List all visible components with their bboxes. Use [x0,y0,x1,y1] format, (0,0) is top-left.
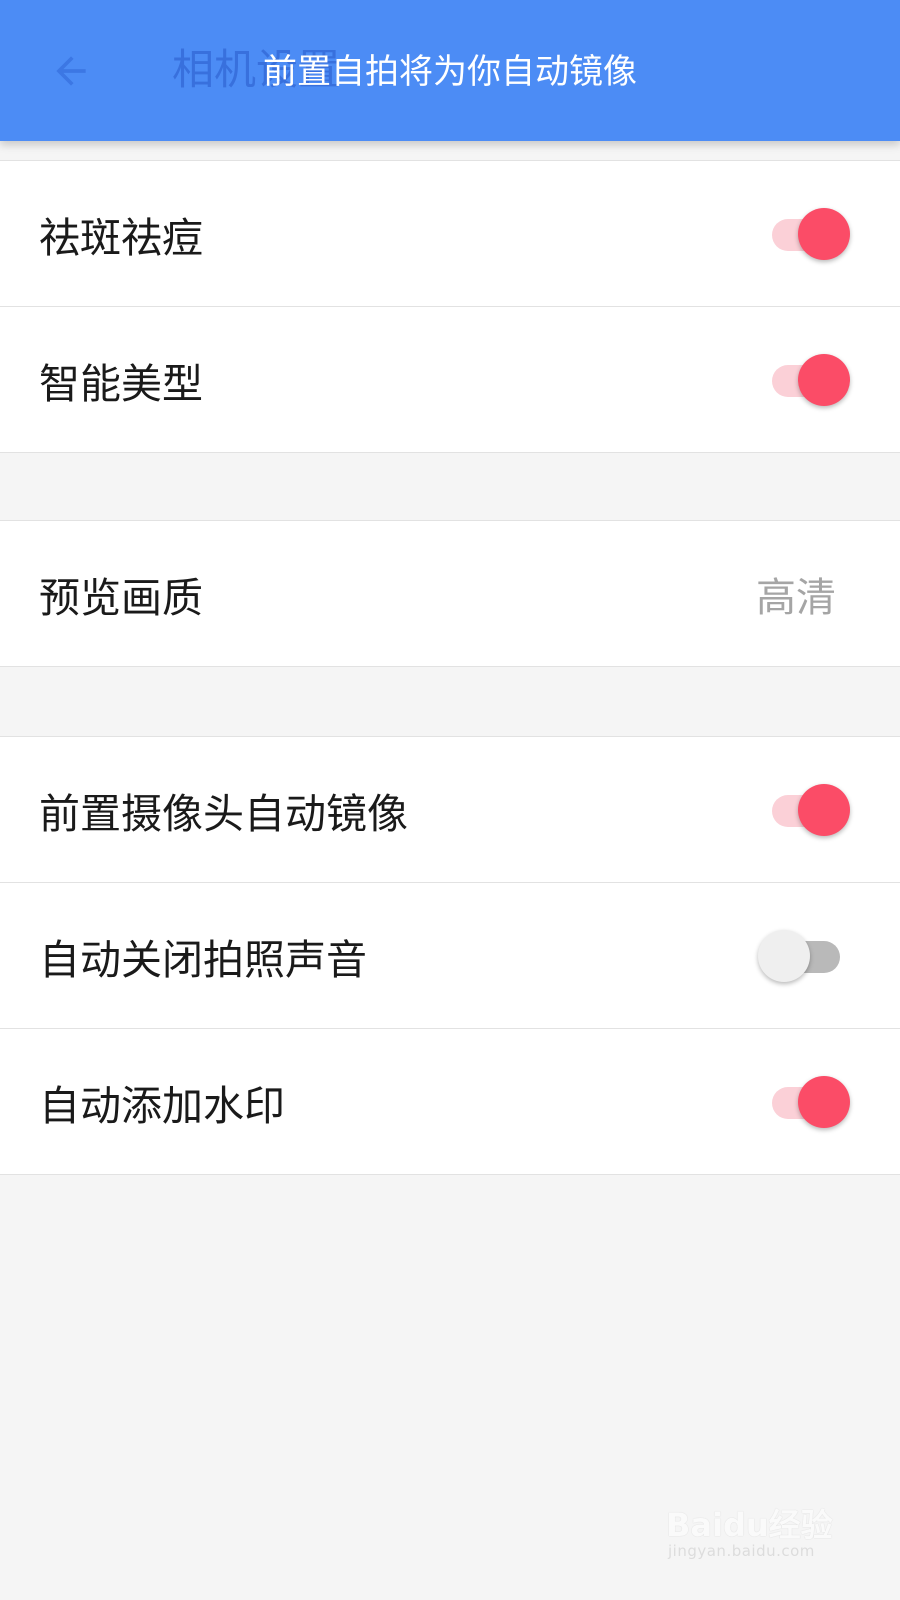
toggle-thumb [798,207,850,260]
setting-label: 前置摄像头自动镜像 [39,789,408,838]
toggle-thumb [758,929,810,982]
setting-row-smart-shaping[interactable]: 智能美型 [0,306,900,452]
setting-row-mute-shutter[interactable]: 自动关闭拍照声音 [0,882,900,1028]
setting-row-front-mirror[interactable]: 前置摄像头自动镜像 [0,737,900,882]
settings-group-quality: 预览画质 高清 [0,520,900,667]
setting-label: 智能美型 [39,359,203,408]
baidu-jingyan-watermark: Baidu经验 jingyan.baidu.com [666,1500,836,1570]
preview-quality-value: 高清 [756,574,836,621]
toggle-thumb [798,1075,850,1128]
watermark-toggle[interactable] [758,1072,854,1132]
toggle-thumb [798,353,850,406]
toast-message: 前置自拍将为你自动镜像 [263,52,637,92]
setting-label: 祛斑祛痘 [39,213,203,262]
setting-label: 预览画质 [39,573,203,622]
smart-shaping-toggle[interactable] [758,350,854,410]
setting-row-watermark[interactable]: 自动添加水印 [0,1028,900,1174]
settings-group-beauty: 祛斑祛痘 智能美型 [0,160,900,453]
front-mirror-toggle[interactable] [758,780,854,840]
setting-label: 自动添加水印 [39,1081,285,1130]
mute-shutter-toggle[interactable] [758,926,854,986]
toggle-thumb [798,783,850,836]
watermark-url: jingyan.baidu.com [668,1542,815,1560]
settings-group-camera: 前置摄像头自动镜像 自动关闭拍照声音 自动添加水印 [0,736,900,1175]
watermark-logo-text: Baidu经验 [666,1506,833,1544]
setting-row-preview-quality[interactable]: 预览画质 高清 [0,521,900,666]
blemish-removal-toggle[interactable] [758,204,854,264]
setting-row-blemish-removal[interactable]: 祛斑祛痘 [0,161,900,306]
setting-label: 自动关闭拍照声音 [39,935,367,984]
